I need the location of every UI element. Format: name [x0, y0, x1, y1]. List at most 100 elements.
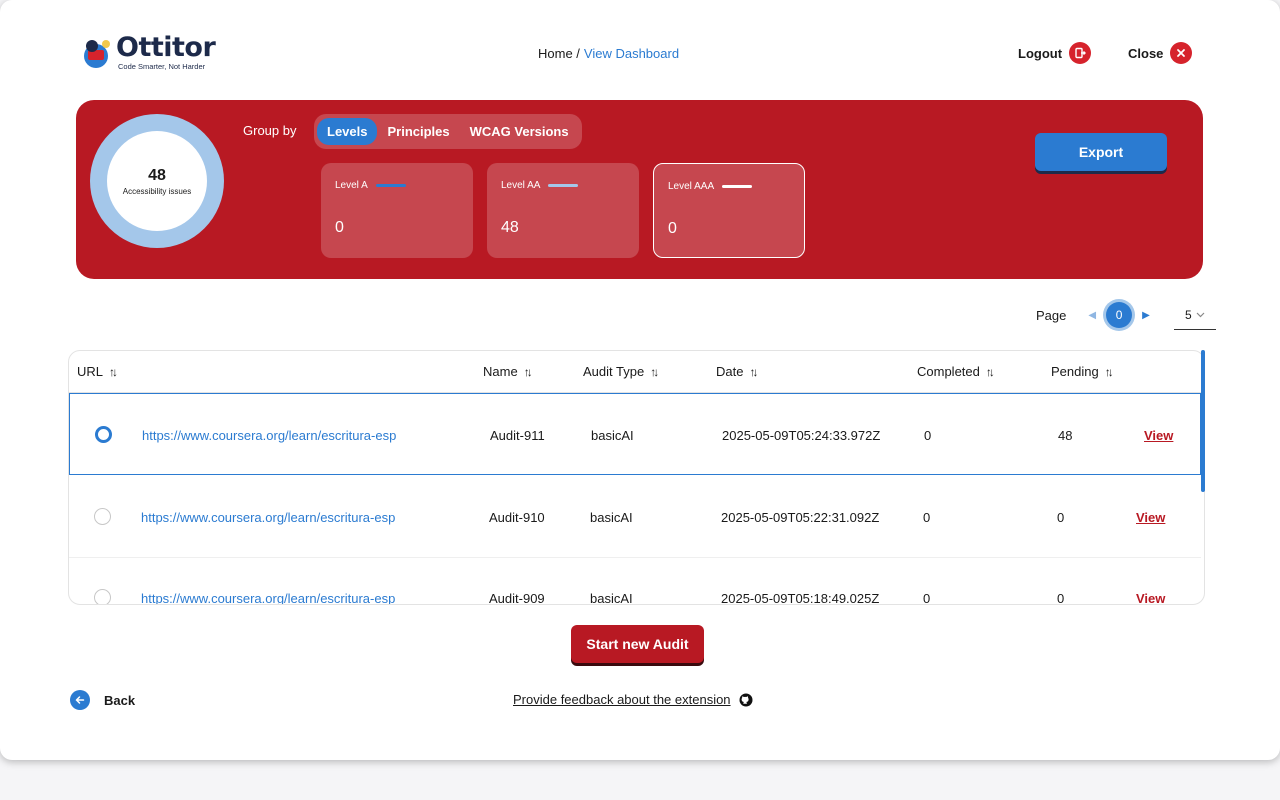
level-aaa-card[interactable]: Level AAA 0	[653, 163, 805, 258]
audits-table: URL ↑↓ Name ↑↓ Audit Type ↑↓ Date ↑↓ Complet…	[68, 350, 1205, 605]
sort-icon: ↑↓	[523, 364, 533, 379]
row-pending: 48	[1058, 428, 1073, 443]
close-button[interactable]: Close	[1128, 42, 1193, 64]
page-size-select[interactable]: 5	[1173, 300, 1216, 330]
feedback-link[interactable]: Provide feedback about the extension	[513, 692, 753, 707]
group-option-levels[interactable]: Levels	[317, 118, 378, 145]
level-aaa-label: Level AAA	[668, 181, 715, 192]
page-label: Page	[1036, 307, 1067, 323]
pagination: Page ◀ 0 ▶ 5	[1036, 300, 1216, 330]
level-aa-color-bar	[548, 184, 579, 187]
level-aa-label: Level AA	[501, 180, 541, 191]
summary-panel: 48 Accessibility issues Group by Levels …	[76, 100, 1203, 279]
next-page-icon[interactable]: ▶	[1142, 310, 1150, 321]
row-view-link[interactable]: View	[1144, 428, 1173, 443]
row-completed: 0	[923, 591, 931, 605]
row-url-link[interactable]: https://www.coursera.org/learn/escritura…	[141, 510, 395, 525]
total-issues-count: 48	[148, 166, 166, 184]
column-label: Audit Type	[583, 364, 645, 379]
level-aa-card[interactable]: Level AA 48	[487, 163, 639, 258]
close-label: Close	[1128, 45, 1164, 61]
brand-name: Ottitor	[116, 32, 216, 63]
mascot-icon	[84, 40, 110, 68]
sort-icon: ↑↓	[749, 364, 758, 379]
prev-page-icon[interactable]: ◀	[1088, 310, 1096, 321]
level-a-label: Level A	[335, 180, 368, 191]
column-header-date[interactable]: Date ↑↓	[716, 364, 758, 379]
back-button[interactable]: Back	[70, 690, 135, 710]
feedback-label: Provide feedback about the extension	[513, 692, 731, 707]
level-a-header: Level A	[335, 180, 406, 191]
row-radio[interactable]	[95, 426, 112, 443]
row-audit-type: basicAI	[590, 510, 633, 525]
close-icon	[1170, 42, 1193, 64]
row-radio[interactable]	[94, 589, 111, 604]
group-option-principles[interactable]: Principles	[377, 118, 459, 145]
level-aaa-count: 0	[668, 220, 677, 237]
column-label: Date	[716, 364, 744, 379]
total-issues-label: Accessibility issues	[122, 186, 192, 196]
back-arrow-icon	[70, 690, 90, 710]
row-audit-type: basicAI	[591, 428, 634, 443]
breadcrumb: Home / View Dashboard	[538, 46, 679, 61]
row-pending: 0	[1057, 510, 1065, 525]
column-label: Name	[483, 364, 518, 379]
row-date: 2025-05-09T05:24:33.972Z	[722, 428, 881, 443]
donut-center: 48 Accessibility issues	[107, 131, 207, 231]
level-aaa-color-bar	[722, 185, 753, 188]
breadcrumb-current: View Dashboard	[583, 46, 680, 61]
breadcrumb-home[interactable]: Home /	[538, 46, 580, 61]
row-name: Audit-909	[489, 591, 545, 605]
table-header: URL ↑↓ Name ↑↓ Audit Type ↑↓ Date ↑↓ Complet…	[69, 351, 1204, 393]
row-url-link[interactable]: https://www.coursera.org/learn/escritura…	[142, 428, 396, 443]
back-label: Back	[104, 692, 136, 708]
app-window: Ottitor Code Smarter, Not Harder Home / …	[0, 0, 1280, 760]
row-completed: 0	[923, 510, 931, 525]
logout-button[interactable]: Logout	[1018, 42, 1092, 64]
start-new-audit-button[interactable]: Start new Audit	[571, 625, 704, 663]
column-label: URL	[77, 364, 104, 379]
group-by-toggle: Levels Principles WCAG Versions	[314, 114, 582, 149]
table-row[interactable]: https://www.coursera.org/learn/escritura…	[69, 393, 1201, 475]
row-pending: 0	[1057, 591, 1065, 605]
sort-icon: ↑↓	[650, 364, 659, 379]
level-aaa-header: Level AAA	[668, 181, 753, 192]
row-view-link[interactable]: View	[1136, 510, 1165, 525]
column-header-pending[interactable]: Pending ↑↓	[1051, 364, 1114, 379]
level-a-color-bar	[375, 184, 406, 187]
level-a-count: 0	[335, 219, 344, 236]
level-aa-count: 48	[501, 219, 519, 236]
logout-label: Logout	[1018, 45, 1063, 61]
column-header-name[interactable]: Name ↑↓	[483, 364, 533, 379]
column-header-audit-type[interactable]: Audit Type ↑↓	[583, 364, 659, 379]
brand-tagline: Code Smarter, Not Harder	[118, 62, 206, 71]
github-icon	[739, 693, 753, 706]
row-completed: 0	[924, 428, 932, 443]
row-name: Audit-911	[490, 428, 545, 443]
column-header-url[interactable]: URL ↑↓	[77, 364, 118, 379]
level-a-card[interactable]: Level A 0	[321, 163, 473, 258]
current-page: 0	[1106, 302, 1133, 328]
sort-icon: ↑↓	[109, 364, 118, 379]
level-aa-header: Level AA	[501, 180, 579, 191]
column-label: Pending	[1051, 364, 1099, 379]
logo: Ottitor Code Smarter, Not Harder	[82, 32, 222, 74]
column-header-completed[interactable]: Completed ↑↓	[917, 364, 995, 379]
group-option-wcag-versions[interactable]: WCAG Versions	[460, 118, 579, 145]
row-audit-type: basicAI	[590, 591, 633, 605]
row-name: Audit-910	[489, 510, 545, 525]
row-radio[interactable]	[94, 508, 111, 525]
page-size-value: 5	[1184, 307, 1192, 322]
table-row[interactable]: https://www.coursera.org/learn/escritura…	[69, 557, 1201, 605]
row-url-link[interactable]: https://www.coursera.org/learn/escritura…	[141, 591, 395, 604]
chevron-down-icon	[1196, 312, 1205, 317]
export-button[interactable]: Export	[1035, 133, 1167, 171]
logout-icon	[1069, 42, 1092, 64]
column-label: Completed	[917, 364, 980, 379]
group-by-label: Group by	[243, 123, 297, 138]
row-date: 2025-05-09T05:18:49.025Z	[721, 591, 880, 605]
row-view-link[interactable]: View	[1136, 591, 1165, 604]
table-scrollbar[interactable]	[1201, 350, 1205, 492]
table-row[interactable]: https://www.coursera.org/learn/escritura…	[69, 476, 1201, 558]
row-date: 2025-05-09T05:22:31.092Z	[721, 510, 880, 525]
